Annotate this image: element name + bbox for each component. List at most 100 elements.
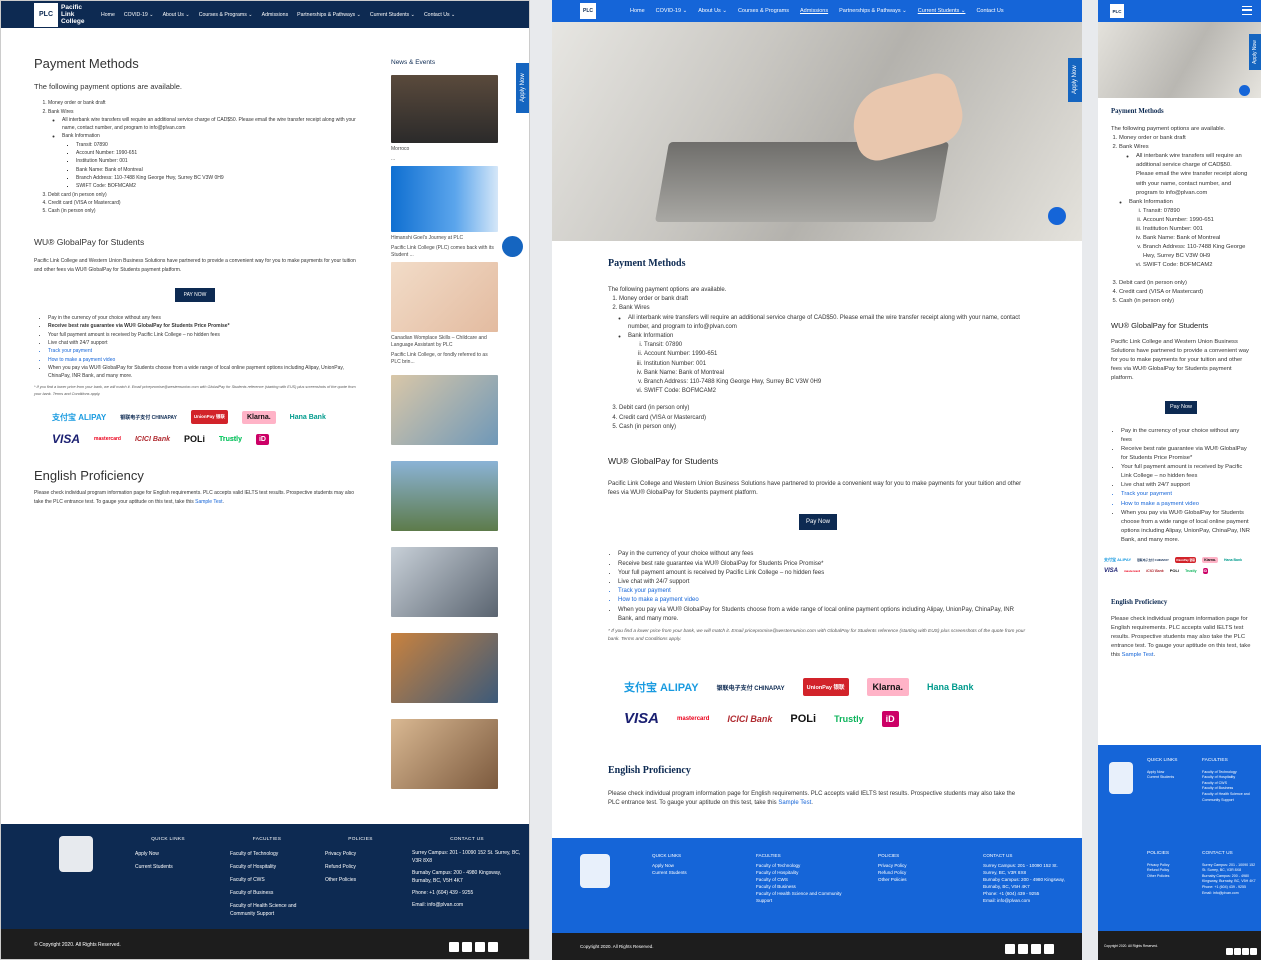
news-image[interactable] (391, 262, 498, 332)
pay-now-button[interactable]: Pay Now (1165, 400, 1197, 414)
hanabank-logo: Hana Bank (1223, 557, 1243, 562)
footer-link[interactable]: Faculty of CWS (223, 876, 311, 884)
footer-link[interactable]: Privacy Policy (878, 862, 958, 869)
nav-admissions[interactable]: Admissions (800, 8, 828, 14)
news-image[interactable] (391, 75, 498, 143)
nav-current-students[interactable]: Current Students ⌄ (370, 12, 415, 18)
instagram-icon[interactable] (488, 942, 498, 952)
payment-video-link[interactable]: How to make a payment video (1121, 500, 1251, 509)
footer-link[interactable]: Faculty of Health Science and Community … (756, 890, 851, 904)
footer-link[interactable]: Privacy Policy (318, 850, 403, 858)
footer-link[interactable]: Faculty of Technology (223, 850, 311, 858)
twitter-icon[interactable] (1018, 944, 1028, 954)
list-item: SWIFT Code: BOFMCAM2 (644, 387, 1028, 396)
footer-heading: QUICK LINKS (1147, 758, 1178, 763)
footer-link[interactable]: Other Policies (318, 876, 403, 884)
sample-test-link[interactable]: Sample Test (1122, 652, 1154, 658)
nav-courses[interactable]: Courses & Programs ⌄ (199, 12, 253, 18)
news-caption[interactable]: Canadian Womplace Skills – Childcare and… (391, 335, 498, 349)
footer-link[interactable]: Faculty of Business (223, 889, 311, 897)
footer-link[interactable]: Faculty of Business (756, 883, 851, 890)
track-payment-link[interactable]: Track your payment (1121, 490, 1251, 499)
unionpay-logo: UnionPay 银联 (1174, 556, 1197, 563)
site-logo[interactable]: PLC (1110, 4, 1124, 18)
track-payment-link[interactable]: Track your payment (48, 347, 356, 355)
footer-link[interactable]: Apply Now (652, 862, 742, 869)
nav-contact[interactable]: Contact Us ⌄ (424, 12, 455, 18)
youtube-icon[interactable] (475, 942, 485, 952)
news-image[interactable] (391, 375, 498, 445)
pay-now-button[interactable]: Pay Now (799, 514, 837, 531)
hamburger-menu-icon[interactable] (1242, 6, 1252, 15)
facebook-icon[interactable] (449, 942, 459, 952)
visa-logo: VISA (52, 432, 81, 447)
sample-test-link[interactable]: Sample Test (195, 499, 222, 505)
apply-now-tab[interactable]: Apply Now (1068, 58, 1082, 102)
news-image[interactable] (391, 719, 498, 789)
footer-link[interactable]: Faculty of CWS (756, 876, 851, 883)
footer-link[interactable]: Faculty of Hospitality (223, 863, 311, 871)
footer-link[interactable]: Apply Now (123, 850, 213, 858)
track-payment-link[interactable]: Track your payment (618, 587, 1028, 596)
instagram-icon[interactable] (1044, 944, 1054, 954)
apply-now-tab[interactable]: Apply Now (1249, 34, 1261, 70)
hand-image (844, 68, 970, 166)
site-logo[interactable]: PLC (580, 3, 596, 19)
chat-widget-icon[interactable] (1239, 85, 1250, 96)
twitter-icon[interactable] (462, 942, 472, 952)
news-image[interactable] (391, 633, 498, 703)
nav-partnerships[interactable]: Partnerships & Pathways ⌄ (839, 8, 907, 14)
chat-widget-icon[interactable] (502, 236, 523, 257)
nav-admissions[interactable]: Admissions (262, 12, 289, 18)
footer-link[interactable]: Faculty of Technology (756, 862, 851, 869)
list-item: Live chat with 24/7 support (618, 578, 1028, 587)
phone-number: Phone: +1 (604) 439 - 9255 (412, 890, 474, 896)
nav-home[interactable]: Home (101, 12, 115, 18)
english-text: Please check individual program informat… (34, 490, 355, 505)
nav-current-students[interactable]: Current Students ⌄ (918, 8, 966, 14)
youtube-icon[interactable] (1031, 944, 1041, 954)
footer-link[interactable]: Current Students (1147, 775, 1199, 781)
payment-video-link[interactable]: How to make a payment video (48, 356, 356, 364)
nav-courses[interactable]: Courses & Programs (738, 8, 789, 14)
chat-widget-icon[interactable] (1048, 207, 1066, 225)
footer-link[interactable]: Faculty of Health Science and Community … (1202, 792, 1256, 803)
youtube-icon[interactable] (1242, 948, 1249, 955)
footer-link[interactable]: Faculty of Health Science and Community … (223, 902, 311, 918)
apply-now-tab[interactable]: Apply Now (516, 63, 529, 113)
nav-contact[interactable]: Contact Us (976, 8, 1003, 14)
nav-covid[interactable]: COVID-19 ⌄ (656, 8, 688, 14)
email-link[interactable]: Email: info@plvan.com (412, 901, 522, 909)
footer-link[interactable]: Current Students (652, 869, 742, 876)
list-item: Branch Address: 110-7488 King George Hwy… (76, 174, 356, 182)
site-logo[interactable]: PLC Pacific Link College (34, 1, 89, 28)
pay-now-button[interactable]: PAY NOW (175, 288, 215, 303)
nav-about[interactable]: About Us ⌄ (698, 8, 727, 14)
ideal-logo: iD (255, 433, 269, 445)
news-image[interactable] (391, 547, 498, 617)
news-caption[interactable]: Himanshi Goel's Journey at PLC (391, 235, 498, 242)
sample-test-link[interactable]: Sample Test (778, 800, 811, 806)
footer-link[interactable]: Faculty of Hospitality (756, 869, 851, 876)
nav-about[interactable]: About Us ⌄ (163, 12, 190, 18)
email-link[interactable]: Email: info@plvan.com (983, 897, 1073, 904)
news-caption[interactable]: Morroco (391, 146, 498, 153)
footer-link[interactable]: Other Policies (1147, 874, 1199, 880)
footer-link[interactable]: Other Policies (878, 876, 958, 883)
nav-covid[interactable]: COVID-19 ⌄ (124, 12, 154, 18)
instagram-icon[interactable] (1250, 948, 1257, 955)
news-image[interactable] (391, 461, 498, 531)
footer-link[interactable]: Refund Policy (878, 869, 958, 876)
nav-home[interactable]: Home (630, 8, 645, 14)
list-item: All interbank wire transfers will requir… (62, 116, 356, 133)
news-image[interactable] (391, 166, 498, 232)
twitter-icon[interactable] (1234, 948, 1241, 955)
email-link[interactable]: Email: info@plvan.com (1202, 891, 1257, 897)
hero-image (552, 22, 1082, 241)
facebook-icon[interactable] (1226, 948, 1233, 955)
footer-link[interactable]: Refund Policy (318, 863, 403, 871)
facebook-icon[interactable] (1005, 944, 1015, 954)
payment-video-link[interactable]: How to make a payment video (618, 596, 1028, 605)
footer-link[interactable]: Current Students (123, 863, 213, 871)
nav-partnerships[interactable]: Partnerships & Pathways ⌄ (297, 12, 361, 18)
